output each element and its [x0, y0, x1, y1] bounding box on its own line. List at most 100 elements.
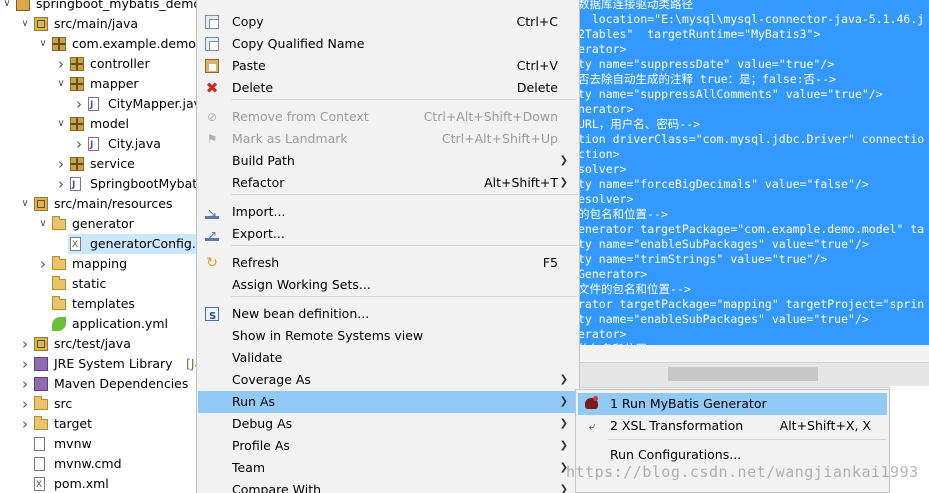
menu-item-label: Show in Remote Systems view — [232, 328, 424, 343]
menu-item-assign-working-sets[interactable]: Assign Working Sets... — [198, 274, 578, 296]
project-explorer-tree: ∨ springboot_mybatis_demo ∨ src/main/java ∨ c… — [0, 0, 200, 493]
chevron-right-icon[interactable]: › — [73, 134, 85, 154]
tree-item[interactable]: › SpringbootMybatisDemoApplication.java — [0, 174, 200, 195]
tree-item[interactable]: static — [0, 274, 200, 294]
chevron-down-icon[interactable]: ∨ — [55, 114, 67, 134]
tree-item[interactable]: ∨ generator — [0, 214, 200, 234]
menu-item-paste[interactable]: Paste Ctrl+V — [198, 55, 578, 77]
menu-item-delete[interactable]: ✖ Delete Delete — [198, 77, 578, 99]
chevron-right-icon[interactable]: › — [19, 374, 31, 394]
xml-line: ty name="enableSubPackages" value="true"… — [578, 312, 869, 326]
tree-item[interactable]: › City.java — [0, 134, 200, 155]
watermark: https://blog.csdn.net/wangjiankai1993 — [566, 463, 919, 481]
package-icon — [70, 57, 84, 71]
menu-item-run-as[interactable]: Run As ❯ — [198, 391, 578, 413]
library-icon — [34, 377, 48, 391]
tree-item[interactable]: application.yml — [0, 314, 200, 334]
chevron-down-icon[interactable]: ∨ — [37, 34, 49, 54]
tree-item[interactable]: ∨ com.example.demo — [0, 34, 200, 54]
menu-item-export[interactable]: Export... — [198, 223, 578, 246]
tree-item-label: mapping — [72, 256, 128, 271]
xml-editor-selected-text[interactable]: 数据库连接驱动类路径 location="E:\mysql\mysql-conn… — [578, 0, 929, 345]
scrollbar-thumb[interactable] — [668, 367, 818, 381]
tree-item[interactable]: ∨ src/main/resources — [0, 194, 200, 214]
tree-item[interactable]: › target — [0, 414, 200, 434]
tree-item[interactable]: mvnw.cmd — [0, 454, 200, 474]
submenu-item-1-run-mybatis-generator[interactable]: 1 Run MyBatis Generator — [578, 393, 887, 415]
tree-item[interactable]: › Maven Dependencies — [0, 374, 200, 394]
menu-item-label: Paste — [232, 58, 266, 73]
chevron-right-icon[interactable]: › — [55, 174, 67, 194]
menu-item-refresh[interactable]: ↻ Refresh F5 — [198, 252, 578, 274]
tree-item[interactable]: pom.xml — [0, 474, 200, 493]
remove-context-icon: ⊘ — [206, 110, 218, 124]
menu-item-mark-as-landmark[interactable]: ⚑ Mark as Landmark Ctrl+Alt+Shift+Up — [198, 128, 578, 150]
menu-item-debug-as[interactable]: Debug As ❯ — [198, 413, 578, 435]
chevron-down-icon[interactable]: ∨ — [19, 14, 31, 34]
menu-item-shortcut: Ctrl+C — [516, 14, 558, 29]
menu-item-import[interactable]: Import... — [198, 201, 578, 224]
menu-item-refactor[interactable]: Refactor Alt+Shift+T ❯ — [198, 172, 578, 194]
chevron-right-icon[interactable]: › — [37, 254, 49, 274]
menu-item-label: Build Path — [232, 153, 295, 168]
menu-item-new-bean-definition[interactable]: New bean definition... — [198, 303, 578, 328]
horizontal-scrollbar[interactable] — [578, 362, 929, 388]
tree-item[interactable]: ›JRE System Library[JavaSE-1.8] — [0, 354, 200, 374]
menu-separator — [231, 99, 577, 100]
package-icon — [52, 37, 66, 51]
tree-item-label: service — [90, 156, 135, 171]
tree-item[interactable]: ∨ model — [0, 114, 200, 134]
submenu-item-label: 1 Run MyBatis Generator — [610, 396, 767, 411]
tree-item[interactable]: templates — [0, 294, 200, 314]
menu-separator — [231, 296, 577, 297]
chevron-right-icon[interactable]: › — [19, 334, 31, 354]
menu-item-validate[interactable]: Validate — [198, 347, 578, 369]
tree-item-label: src/main/java — [54, 16, 139, 31]
refresh-icon: ↻ — [206, 255, 218, 271]
menu-item-build-path[interactable]: Build Path ❯ — [198, 150, 578, 172]
chevron-down-icon[interactable]: ∨ — [37, 214, 49, 234]
chevron-right-icon[interactable]: › — [55, 54, 67, 74]
chevron-right-icon[interactable]: › — [73, 94, 85, 114]
tree-item[interactable]: ∨ springboot_mybatis_demo — [0, 0, 200, 14]
submenu-item-2-xsl-transformation[interactable]: ⤶ 2 XSL Transformation Alt+Shift+X, X — [578, 415, 887, 437]
tree-item[interactable]: › src — [0, 394, 200, 414]
menu-item-label: Team — [232, 460, 266, 475]
tree-item-label: mvnw.cmd — [54, 456, 122, 471]
chevron-down-icon[interactable]: ∨ — [55, 74, 67, 94]
tree-item[interactable]: ∨ mapper — [0, 74, 200, 94]
tree-item[interactable]: › service — [0, 154, 200, 174]
menu-item-shortcut: Ctrl+V — [516, 58, 558, 73]
chevron-right-icon[interactable]: › — [55, 154, 67, 174]
menu-item-copy-qualified-name[interactable]: Copy Qualified Name — [198, 33, 578, 55]
chevron-down-icon[interactable]: ∨ — [19, 194, 31, 214]
menu-item-team[interactable]: Team ❯ — [198, 457, 578, 479]
chevron-right-icon[interactable]: › — [19, 354, 31, 374]
menu-item-copy[interactable]: Copy Ctrl+C — [198, 11, 578, 33]
xml-line: URL，用户名、密码--> — [578, 117, 701, 131]
menu-item-coverage-as[interactable]: Coverage As ❯ — [198, 369, 578, 391]
tree-item[interactable]: ∨ src/main/java — [0, 14, 200, 34]
library-icon — [34, 357, 48, 371]
tree-item[interactable]: › src/test/java — [0, 334, 200, 354]
menu-item-profile-as[interactable]: Profile As ❯ — [198, 435, 578, 457]
tree-item[interactable]: mvnw — [0, 434, 200, 454]
chevron-right-icon[interactable]: › — [19, 414, 31, 434]
menu-item-compare-with[interactable]: Compare With ❯ — [198, 479, 578, 493]
xml-line: ty name="forceBigDecimals" value="false"… — [578, 177, 869, 191]
xml-line: solver> — [578, 162, 627, 176]
tree-item[interactable]: › CityMapper.java — [0, 94, 200, 115]
chevron-down-icon[interactable]: ∨ — [1, 0, 13, 14]
menu-item-label: Debug As — [232, 416, 293, 431]
submenu-arrow-icon: ❯ — [559, 177, 568, 188]
menu-item-show-in-remote-systems-view[interactable]: Show in Remote Systems view — [198, 325, 578, 347]
tree-item[interactable]: › controller — [0, 54, 200, 74]
menu-item-remove-from-context[interactable]: ⊘ Remove from Context Ctrl+Alt+Shift+Down — [198, 106, 578, 128]
menu-item-label: Import... — [232, 204, 286, 219]
java-file-icon — [88, 95, 99, 115]
tree-item[interactable]: generatorConfig.xml — [0, 234, 200, 255]
submenu-arrow-icon: ❯ — [559, 418, 568, 429]
chevron-right-icon[interactable]: › — [19, 394, 31, 414]
context-menu: Copy Ctrl+C Copy Qualified Name Paste Ctrl+V… — [196, 0, 580, 493]
tree-item[interactable]: › mapping — [0, 254, 200, 274]
